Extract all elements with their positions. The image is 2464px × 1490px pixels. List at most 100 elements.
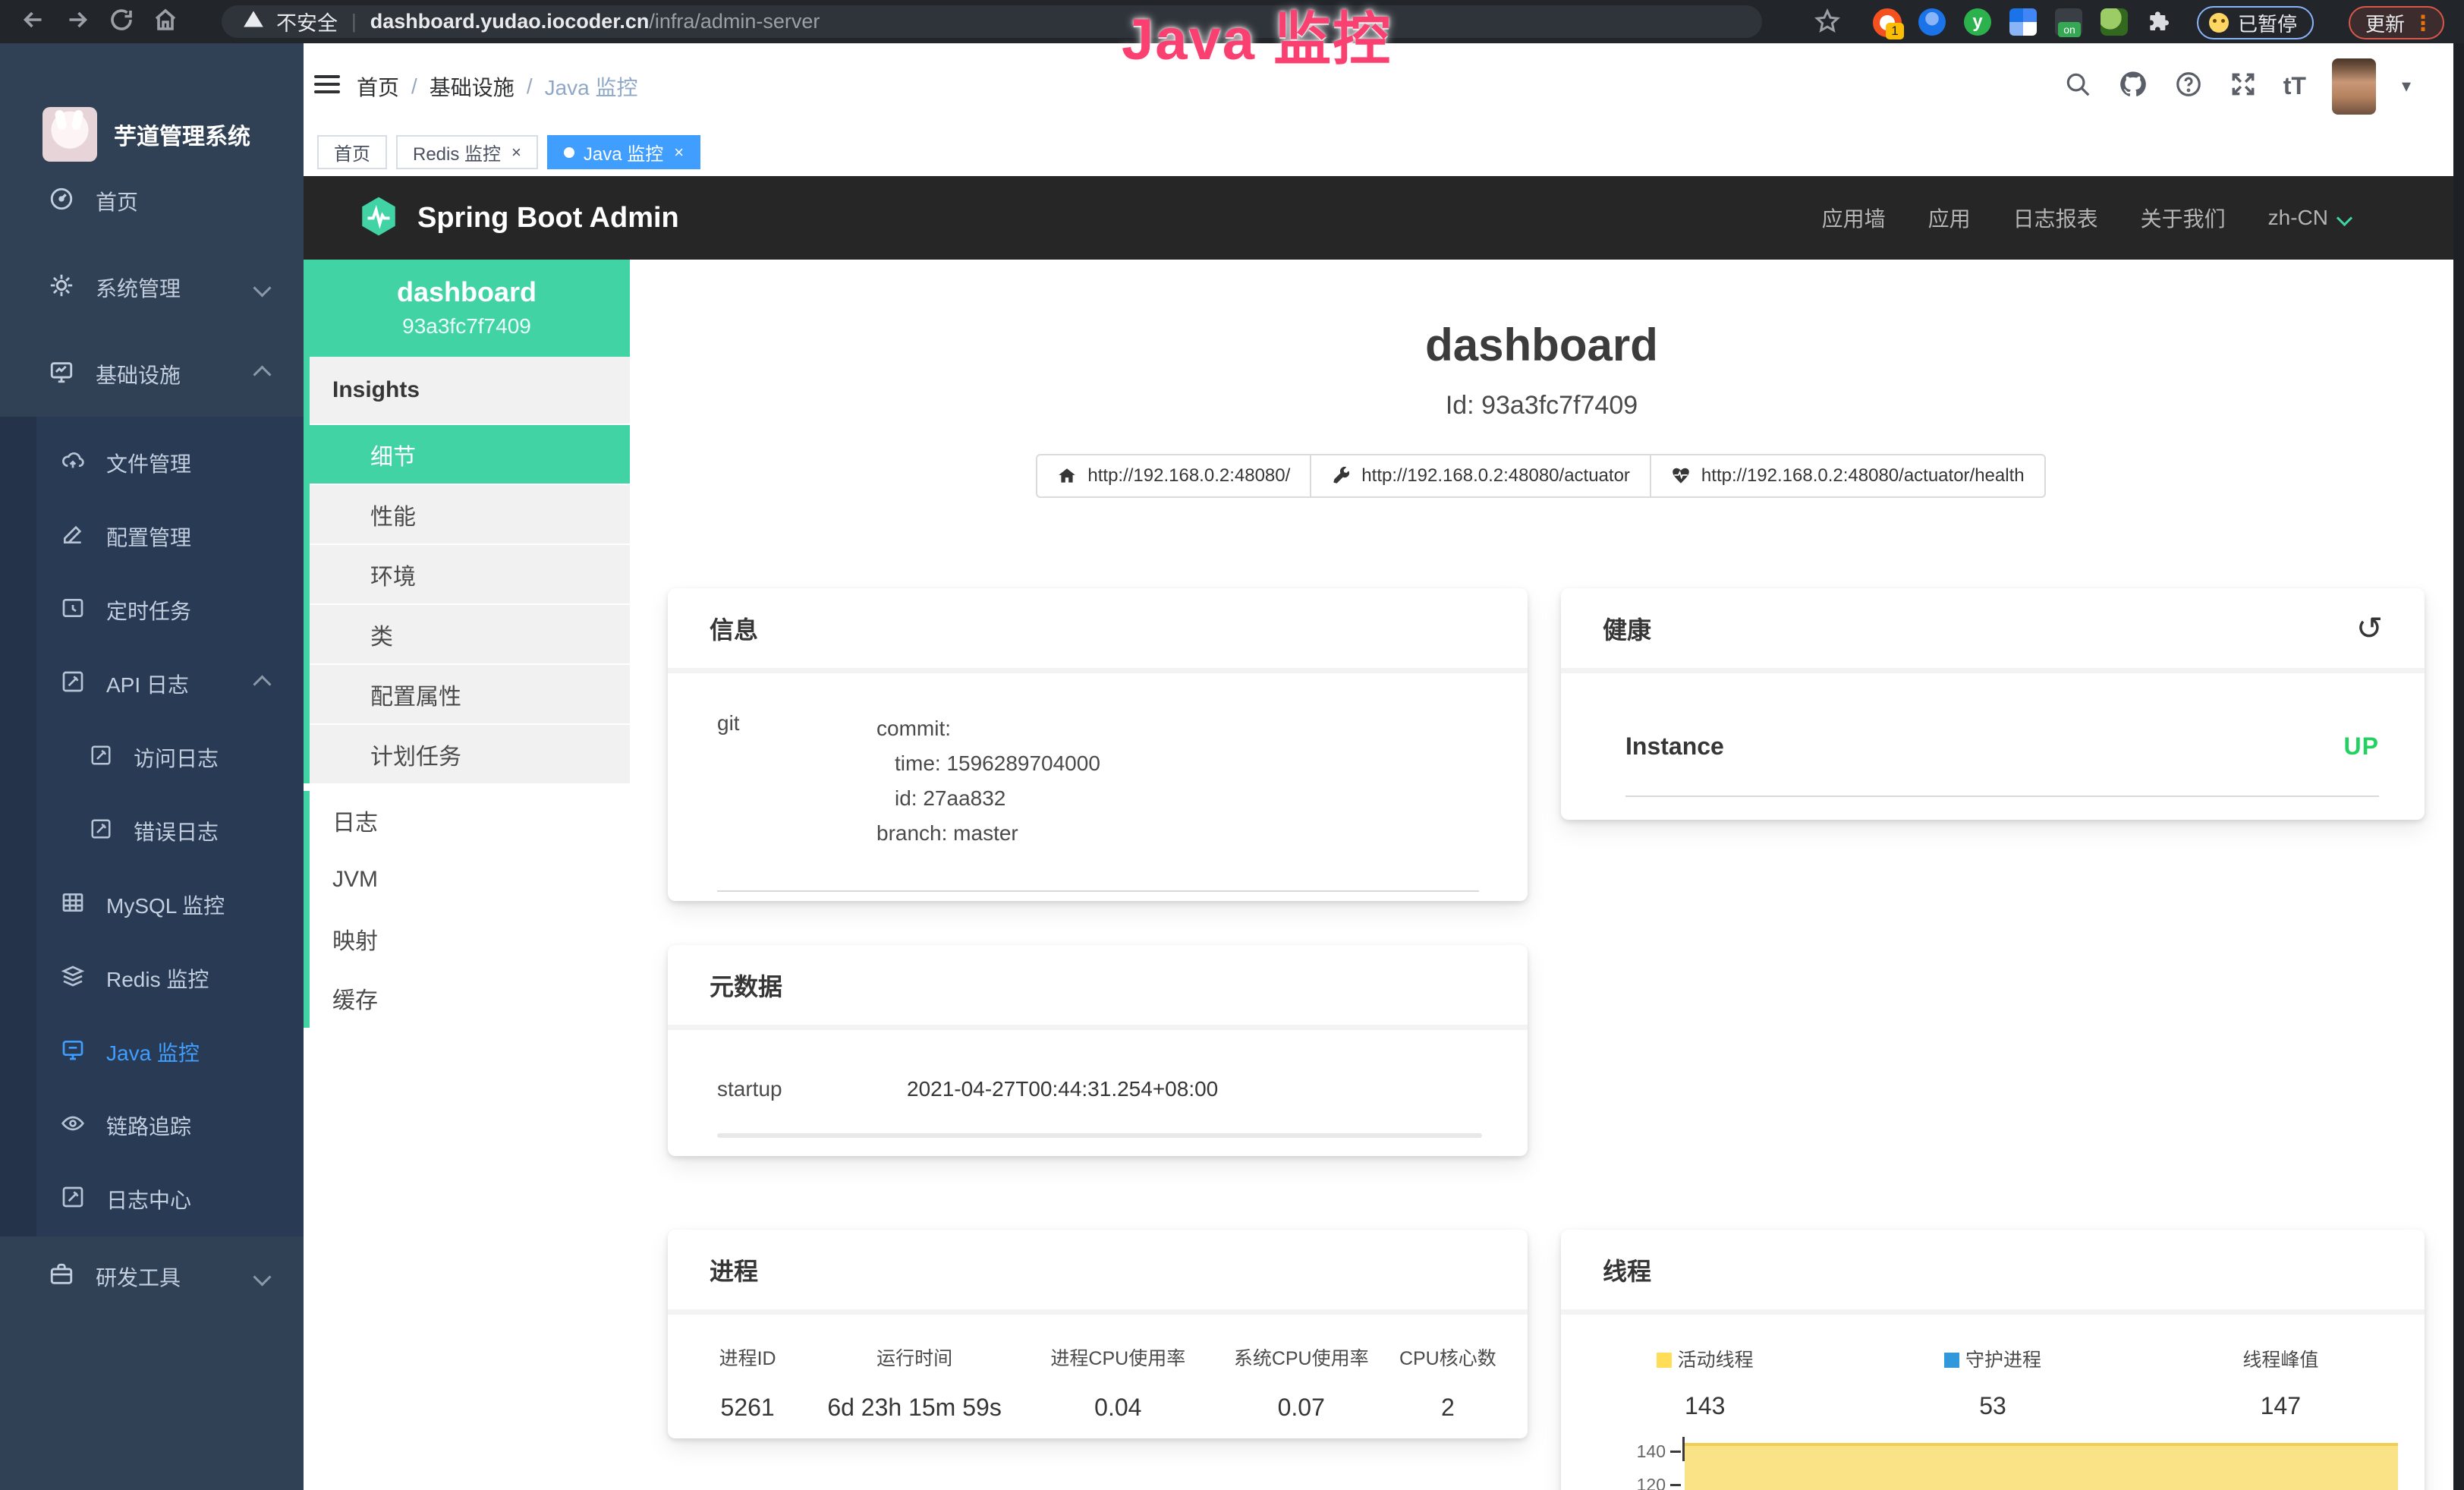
browser-menu-icon[interactable]: ⋮ bbox=[2412, 11, 2434, 36]
chevron-down-icon bbox=[2337, 209, 2352, 225]
sba-nav-applications[interactable]: 应用 bbox=[1928, 203, 1971, 233]
menu-item-configprops[interactable]: 配置属性 bbox=[310, 663, 630, 723]
sidebar-item-infra[interactable]: 基础设施 bbox=[0, 332, 304, 417]
extension-leaf-icon[interactable] bbox=[2101, 8, 2128, 36]
page-title: dashboard bbox=[630, 319, 2453, 371]
health-key: Instance bbox=[1625, 732, 1724, 761]
sidebar-item-files[interactable]: 文件管理 bbox=[0, 427, 304, 499]
info-key: git bbox=[717, 711, 876, 851]
extension-youdao-icon[interactable]: y bbox=[1964, 8, 1991, 36]
sba-brand[interactable]: Spring Boot Admin bbox=[417, 202, 679, 235]
chevron-up-icon bbox=[253, 675, 271, 693]
sba-header: Spring Boot Admin 应用墙 应用 日志报表 关于我们 zh-CN bbox=[304, 176, 2464, 260]
help-icon[interactable] bbox=[2174, 70, 2203, 102]
sidebar-item-redis[interactable]: Redis 监控 bbox=[0, 943, 304, 1014]
panel-process-title: 进程 bbox=[710, 1252, 758, 1287]
menu-item-logfile[interactable]: 日志 bbox=[304, 791, 624, 850]
paused-label: 已暂停 bbox=[2238, 9, 2297, 37]
sidebar-item-log-center[interactable]: 日志中心 bbox=[0, 1164, 304, 1235]
sidebar-toggle-icon[interactable] bbox=[314, 71, 340, 98]
extension-orange-icon[interactable]: 1 bbox=[1873, 8, 1902, 37]
sidebar-item-mysql[interactable]: MySQL 监控 bbox=[0, 869, 304, 940]
url-path[interactable]: /infra/admin-server bbox=[649, 10, 820, 33]
sba-nav-journal[interactable]: 日志报表 bbox=[2013, 203, 2098, 233]
daemon-threads-value: 53 bbox=[1849, 1392, 2136, 1420]
sba-locale-select[interactable]: zh-CN bbox=[2268, 206, 2350, 230]
threads-chart: 140 120 100 bbox=[1561, 1437, 2425, 1490]
breadcrumb-home[interactable]: 首页 bbox=[357, 71, 399, 102]
profile-avatar-emoji bbox=[2209, 13, 2229, 33]
breadcrumb-infra[interactable]: 基础设施 bbox=[430, 71, 515, 102]
status-badge: UP bbox=[2344, 732, 2379, 761]
font-size-icon[interactable]: tT bbox=[2283, 72, 2306, 100]
panel-metadata: 元数据 startup 2021-04-27T00:44:31.254+08:0… bbox=[668, 945, 1528, 1156]
security-warning-icon[interactable] bbox=[243, 8, 264, 35]
sidebar-item-devtools[interactable]: 研发工具 bbox=[0, 1234, 304, 1319]
metadata-value: 2021-04-27T00:44:31.254+08:00 bbox=[907, 1077, 1218, 1101]
tab-java-monitor[interactable]: Java 监控× bbox=[547, 135, 700, 169]
sba-nav: 应用墙 应用 日志报表 关于我们 zh-CN bbox=[1822, 176, 2350, 260]
menu-item-details[interactable]: 细节 bbox=[310, 424, 630, 484]
sidebar-item-error-log[interactable]: 错误日志 bbox=[0, 795, 304, 867]
browser-update-button[interactable]: 更新 ⋮ bbox=[2349, 6, 2444, 39]
user-avatar[interactable] bbox=[2332, 58, 2376, 115]
app-logo[interactable]: 芋道管理系统 bbox=[42, 107, 250, 162]
actuator-url-button[interactable]: http://192.168.0.2:48080/actuator bbox=[1310, 454, 1651, 498]
menu-item-jvm[interactable]: JVM bbox=[304, 850, 624, 909]
user-caret-down-icon[interactable]: ▾ bbox=[2402, 75, 2411, 97]
close-icon[interactable]: × bbox=[674, 143, 684, 162]
profile-paused-badge[interactable]: 已暂停 bbox=[2197, 6, 2314, 39]
service-url-button[interactable]: http://192.168.0.2:48080/ bbox=[1036, 454, 1311, 498]
sidebar-item-home[interactable]: 首页 bbox=[0, 159, 304, 244]
browser-reload-icon[interactable] bbox=[108, 6, 135, 37]
browser-forward-icon[interactable] bbox=[64, 6, 91, 37]
sidebar-item-config[interactable]: 配置管理 bbox=[0, 501, 304, 572]
page-scrollbar[interactable] bbox=[2453, 43, 2464, 1490]
sidebar-item-api-log[interactable]: API 日志 bbox=[0, 648, 304, 720]
screenshot-root: 不安全 | dashboard.yudao.iocoder.cn /infra/… bbox=[0, 0, 2464, 1490]
bookmark-star-icon[interactable] bbox=[1814, 8, 1841, 39]
fullscreen-icon[interactable] bbox=[2229, 70, 2258, 102]
edit-square-icon bbox=[61, 669, 85, 699]
security-label[interactable]: 不安全 bbox=[276, 7, 338, 36]
extension-switch-icon[interactable]: on bbox=[2055, 8, 2082, 36]
address-bar[interactable]: 不安全 | dashboard.yudao.iocoder.cn /infra/… bbox=[222, 5, 1762, 38]
menu-item-mappings[interactable]: 映射 bbox=[304, 909, 624, 969]
process-table-headers: 进程ID 运行时间 进程CPU使用率 系统CPU使用率 CPU核心数 bbox=[691, 1344, 1505, 1371]
briefcase-icon bbox=[49, 1262, 74, 1293]
menu-item-environment[interactable]: 环境 bbox=[310, 543, 630, 603]
sidebar-item-jobs[interactable]: 定时任务 bbox=[0, 575, 304, 646]
search-icon[interactable] bbox=[2063, 70, 2092, 102]
sidebar-item-java-monitor[interactable]: Java 监控 bbox=[0, 1016, 304, 1088]
eye-icon bbox=[61, 1111, 85, 1141]
extension-pin-icon[interactable] bbox=[1918, 8, 1946, 36]
menu-item-metrics[interactable]: 性能 bbox=[310, 484, 630, 543]
health-row-instance[interactable]: Instance UP bbox=[1625, 732, 2379, 761]
sidebar-item-access-log[interactable]: 访问日志 bbox=[0, 722, 304, 793]
extensions-puzzle-icon[interactable] bbox=[2146, 9, 2170, 37]
close-icon[interactable]: × bbox=[511, 143, 521, 162]
extension-grid-icon[interactable] bbox=[2009, 8, 2037, 36]
y-tick-140: 140 bbox=[1605, 1441, 1666, 1462]
github-icon[interactable] bbox=[2118, 69, 2148, 103]
sidebar-item-system[interactable]: 系统管理 bbox=[0, 245, 304, 330]
url-host[interactable]: dashboard.yudao.iocoder.cn bbox=[370, 10, 650, 33]
panel-health: 健康 ↺ Instance UP bbox=[1561, 588, 2425, 820]
instance-header: dashboard 93a3fc7f7409 bbox=[304, 260, 630, 357]
menu-item-classes[interactable]: 类 bbox=[310, 603, 630, 663]
history-icon[interactable]: ↺ bbox=[2356, 610, 2383, 647]
sba-nav-about[interactable]: 关于我们 bbox=[2141, 203, 2226, 233]
update-label: 更新 bbox=[2365, 9, 2405, 37]
browser-back-icon[interactable] bbox=[20, 6, 47, 37]
sba-nav-wallboard[interactable]: 应用墙 bbox=[1822, 203, 1886, 233]
browser-home-icon[interactable] bbox=[152, 6, 179, 37]
panel-info: 信息 git commit: time: 1596289704000 id: 2… bbox=[668, 588, 1528, 901]
process-table-values: 5261 6d 23h 15m 59s 0.04 0.07 2 bbox=[691, 1394, 1505, 1422]
menu-item-scheduled-tasks[interactable]: 计划任务 bbox=[310, 723, 630, 783]
menu-item-caches[interactable]: 缓存 bbox=[304, 969, 624, 1028]
tab-home[interactable]: 首页 bbox=[317, 135, 387, 169]
sidebar-item-trace[interactable]: 链路追踪 bbox=[0, 1090, 304, 1161]
metadata-key: startup bbox=[717, 1077, 907, 1101]
health-url-button[interactable]: http://192.168.0.2:48080/actuator/health bbox=[1650, 454, 2046, 498]
tab-redis-monitor[interactable]: Redis 监控× bbox=[396, 135, 538, 169]
